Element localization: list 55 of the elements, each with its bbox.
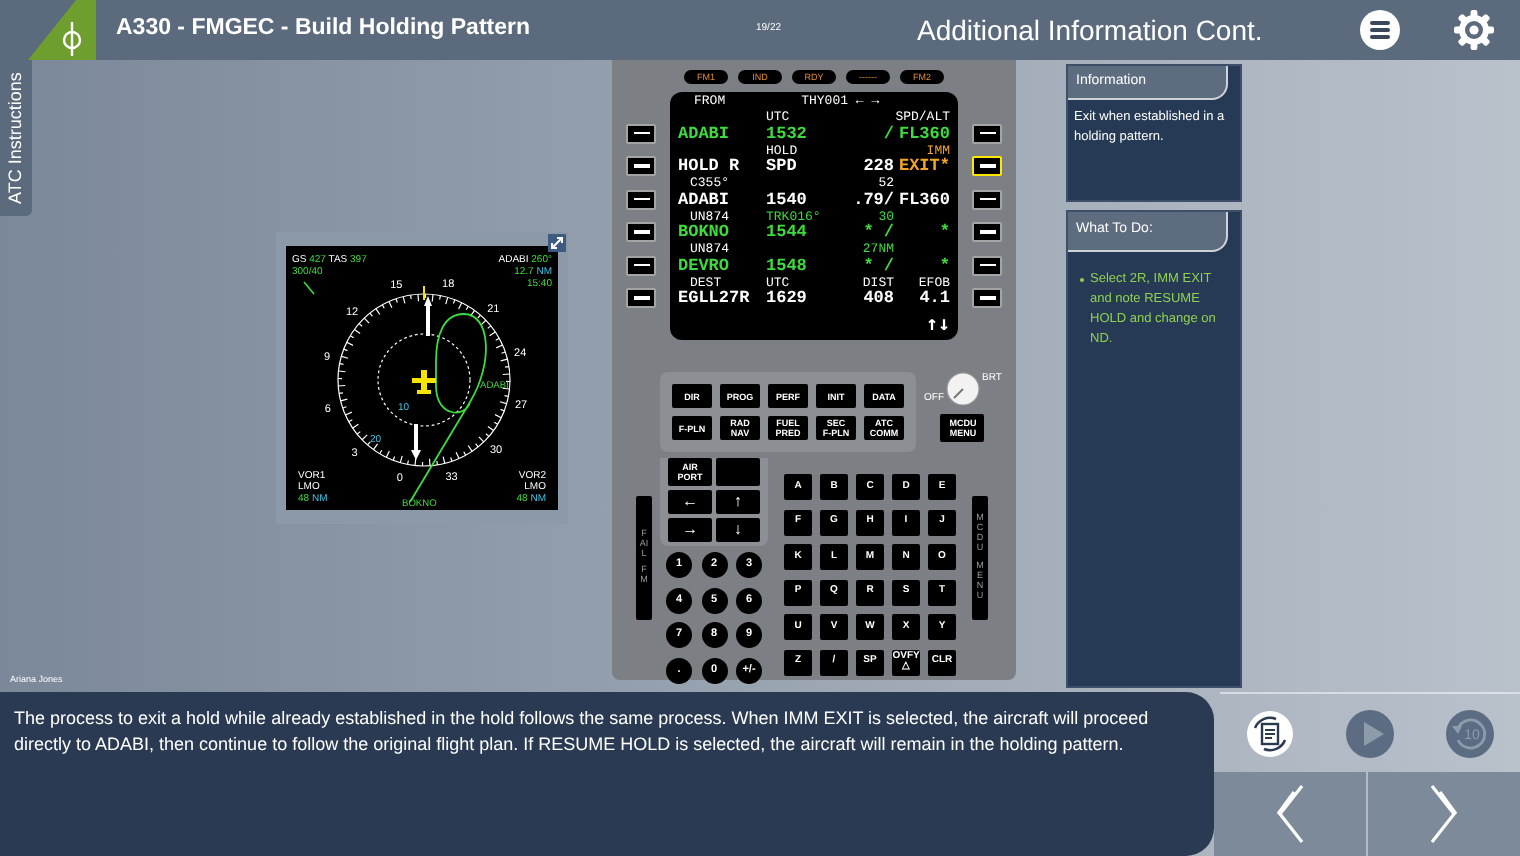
line-select-key[interactable] [972, 189, 1002, 209]
screen-text: .79/ [853, 191, 894, 209]
line-select-key[interactable] [626, 288, 656, 308]
screen-text: EGLL27R [678, 290, 750, 308]
line-select-key[interactable] [626, 156, 656, 176]
line-select-key[interactable] [626, 189, 656, 209]
transcript-icon[interactable] [1246, 709, 1294, 757]
screen-text: 408 [863, 290, 894, 308]
arrow-key[interactable]: ← [668, 490, 712, 514]
expand-icon[interactable] [548, 234, 566, 252]
screen-text: ADABI [678, 125, 730, 143]
screen-text: DEVRO [678, 257, 730, 275]
screen-text: 1540 [766, 191, 807, 209]
arrow-key[interactable]: ↓ [716, 518, 760, 542]
screen-text: FL360 [898, 125, 950, 143]
line-select-key[interactable] [972, 255, 1002, 275]
screen-text: ADABI [678, 191, 730, 209]
play-icon[interactable] [1346, 709, 1394, 757]
arrow-key[interactable]: ↑ [716, 490, 760, 514]
line-select-key[interactable] [626, 255, 656, 275]
screen-text: ↑↓ [925, 312, 950, 340]
brightness-knob[interactable] [946, 372, 980, 407]
screen-text: * [939, 257, 950, 275]
screen-text: * [939, 224, 950, 242]
screen-text: 1532 [766, 125, 807, 143]
screen-text: / [883, 125, 894, 143]
screen-text: 1548 [766, 257, 807, 275]
screen-text: BOKNO [678, 224, 730, 242]
screen-text: 228 [863, 158, 894, 176]
back-button[interactable] [1214, 772, 1366, 856]
section-title: Additional Information Cont. [917, 11, 1263, 49]
screen-text: * / [863, 224, 894, 242]
tail-logo-icon [28, 0, 96, 60]
screen-text: EXIT* [898, 158, 950, 176]
line-select-key[interactable] [972, 222, 1002, 242]
side-tab[interactable]: ATC Instructions [0, 60, 32, 216]
line-select-key[interactable] [626, 222, 656, 242]
line-select-key[interactable] [972, 123, 1002, 143]
screen-text: HOLD R [678, 158, 740, 176]
chevron-left-icon [1274, 784, 1306, 844]
chevron-right-icon [1428, 784, 1460, 844]
line-select-key[interactable] [626, 123, 656, 143]
narration-text: The process to exit a hold while already established in the hold follows the same process. When IMM EXIT is selected, the aircraft will proceed directly to ADABI, then continue to follow the original flight plan. If RESUME HOLD is selected, the aircraft will remain in the holding pattern. [14, 706, 1151, 758]
next-button[interactable] [1368, 772, 1520, 856]
arrow-key[interactable]: → [668, 518, 712, 542]
screen-text: SPD [766, 158, 797, 176]
screen-text: * / [863, 257, 894, 275]
screen-text: 4.1 [919, 290, 950, 308]
line-select-key[interactable] [972, 288, 1002, 308]
screen-text: 1629 [766, 290, 807, 308]
screen-text: 1544 [766, 224, 807, 242]
screen-text: FL360 [898, 191, 950, 209]
settings-icon[interactable] [1454, 10, 1494, 50]
menu-icon[interactable] [1360, 10, 1400, 50]
course-title: A330 - FMGEC - Build Holding Pattern [116, 14, 533, 45]
